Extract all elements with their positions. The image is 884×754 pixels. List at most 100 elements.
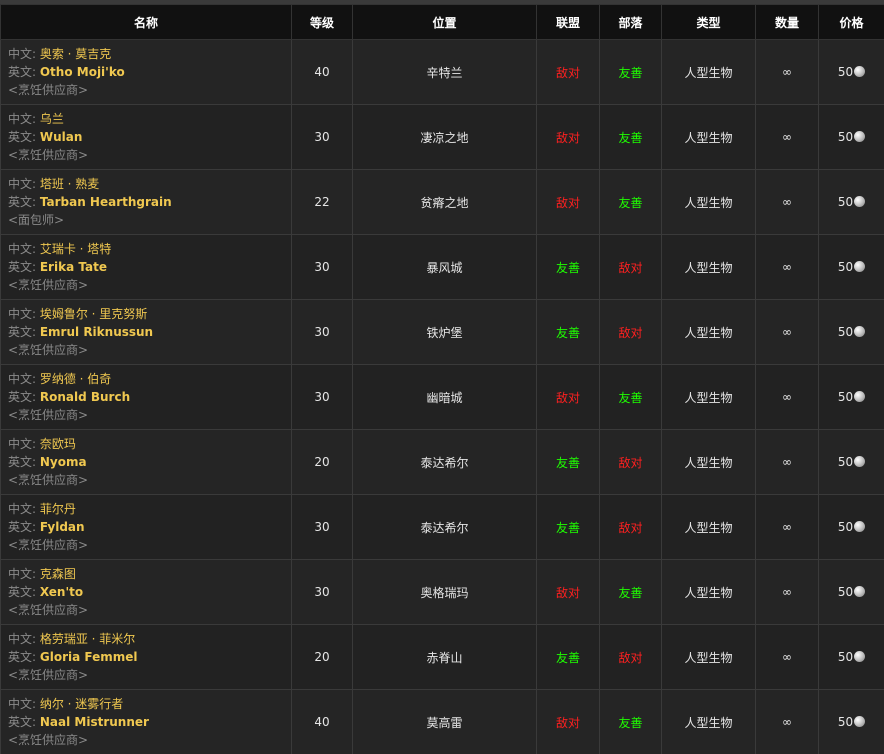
en-label: 英文: xyxy=(8,65,40,79)
npc-cn-name-link[interactable]: 埃姆鲁尔 · 里克努斯 xyxy=(40,307,147,321)
npc-en-name-link[interactable]: Naal Mistrunner xyxy=(40,715,149,729)
npc-cn-name-link[interactable]: 罗纳德 · 伯奇 xyxy=(40,372,111,386)
table-row: 中文: 纳尔 · 迷雾行者 英文: Naal Mistrunner <烹饪供应商> 4… xyxy=(0,689,884,754)
horde-reaction: 友善 xyxy=(599,39,662,105)
header-alliance[interactable]: 联盟 xyxy=(536,4,600,40)
npc-en-name-link[interactable]: Fyldan xyxy=(40,520,85,534)
npc-cn-name-link[interactable]: 纳尔 · 迷雾行者 xyxy=(40,697,123,711)
horde-reaction: 友善 xyxy=(599,364,662,430)
cn-label: 中文: xyxy=(8,242,40,256)
npc-type: 人型生物 xyxy=(661,624,756,690)
silver-coin-icon xyxy=(854,131,866,142)
npc-role: <烹饪供应商> xyxy=(8,538,89,552)
cn-label: 中文: xyxy=(8,632,40,646)
npc-type: 人型生物 xyxy=(661,689,756,754)
npc-location: 铁炉堡 xyxy=(352,299,537,365)
npc-en-name-link[interactable]: Wulan xyxy=(40,130,83,144)
npc-en-name-link[interactable]: Ronald Burch xyxy=(40,390,130,404)
npc-level: 30 xyxy=(291,299,353,365)
header-name[interactable]: 名称 xyxy=(0,4,292,40)
header-location[interactable]: 位置 xyxy=(352,4,537,40)
npc-cn-name-link[interactable]: 奥索 · 莫吉克 xyxy=(40,47,111,61)
price-cell: 50 xyxy=(818,234,884,300)
npc-cn-name-link[interactable]: 克森图 xyxy=(40,567,76,581)
npc-level: 22 xyxy=(291,169,353,235)
header-quantity[interactable]: 数量 xyxy=(755,4,819,40)
npc-level: 40 xyxy=(291,39,353,105)
npc-role: <烹饪供应商> xyxy=(8,733,89,747)
stock-quantity: ∞ xyxy=(755,364,819,430)
header-type[interactable]: 类型 xyxy=(661,4,756,40)
npc-level: 20 xyxy=(291,429,353,495)
npc-cn-name-link[interactable]: 乌兰 xyxy=(40,112,64,126)
alliance-reaction: 友善 xyxy=(536,299,600,365)
npc-cn-name-link[interactable]: 菲尔丹 xyxy=(40,502,76,516)
npc-cn-name-link[interactable]: 奈欧玛 xyxy=(40,437,76,451)
npc-en-name-link[interactable]: Xen'to xyxy=(40,585,83,599)
npc-location: 莫高雷 xyxy=(352,689,537,754)
price-cell: 50 xyxy=(818,559,884,625)
stock-quantity: ∞ xyxy=(755,169,819,235)
npc-role: <烹饪供应商> xyxy=(8,408,89,422)
price-cell: 50 xyxy=(818,624,884,690)
horde-reaction: 敌对 xyxy=(599,624,662,690)
header-level[interactable]: 等级 xyxy=(291,4,353,40)
npc-role: <烹饪供应商> xyxy=(8,148,89,162)
npc-name-cell: 中文: 罗纳德 · 伯奇 英文: Ronald Burch <烹饪供应商> xyxy=(0,364,292,430)
npc-en-name-link[interactable]: Nyoma xyxy=(40,455,87,469)
header-price[interactable]: 价格 xyxy=(818,4,884,40)
en-label: 英文: xyxy=(8,715,40,729)
npc-type: 人型生物 xyxy=(661,494,756,560)
table-row: 中文: 艾瑞卡 · 塔特 英文: Erika Tate <烹饪供应商> 30 暴风城 友善… xyxy=(0,234,884,300)
npc-type: 人型生物 xyxy=(661,169,756,235)
npc-name-cell: 中文: 菲尔丹 英文: Fyldan <烹饪供应商> xyxy=(0,494,292,560)
stock-quantity: ∞ xyxy=(755,429,819,495)
npc-cn-name-link[interactable]: 艾瑞卡 · 塔特 xyxy=(40,242,111,256)
header-horde[interactable]: 部落 xyxy=(599,4,662,40)
silver-coin-icon xyxy=(854,261,866,272)
npc-level: 40 xyxy=(291,689,353,754)
npc-en-name-link[interactable]: Otho Moji'ko xyxy=(40,65,125,79)
en-label: 英文: xyxy=(8,455,40,469)
alliance-reaction: 敌对 xyxy=(536,39,600,105)
silver-coin-icon xyxy=(854,456,866,467)
npc-type: 人型生物 xyxy=(661,559,756,625)
table-row: 中文: 奈欧玛 英文: Nyoma <烹饪供应商> 20 泰达希尔 友善 敌对 人型生物 ∞ 50 xyxy=(0,429,884,495)
alliance-reaction: 敌对 xyxy=(536,364,600,430)
npc-name-cell: 中文: 克森图 英文: Xen'to <烹饪供应商> xyxy=(0,559,292,625)
silver-coin-icon xyxy=(854,716,866,727)
npc-cn-name-link[interactable]: 格劳瑞亚 · 菲米尔 xyxy=(40,632,135,646)
npc-en-name-link[interactable]: Erika Tate xyxy=(40,260,107,274)
vendor-table: 名称 等级 位置 联盟 部落 类型 数量 价格 中文: 奥索 · 莫吉克 英文: … xyxy=(0,4,884,754)
npc-en-name-link[interactable]: Tarban Hearthgrain xyxy=(40,195,172,209)
npc-name-cell: 中文: 奈欧玛 英文: Nyoma <烹饪供应商> xyxy=(0,429,292,495)
npc-cn-name-link[interactable]: 塔班 · 熟麦 xyxy=(40,177,99,191)
npc-name-cell: 中文: 纳尔 · 迷雾行者 英文: Naal Mistrunner <烹饪供应商> xyxy=(0,689,292,754)
npc-en-name-link[interactable]: Gloria Femmel xyxy=(40,650,138,664)
npc-type: 人型生物 xyxy=(661,39,756,105)
horde-reaction: 友善 xyxy=(599,104,662,170)
cn-label: 中文: xyxy=(8,177,40,191)
stock-quantity: ∞ xyxy=(755,234,819,300)
cn-label: 中文: xyxy=(8,372,40,386)
alliance-reaction: 友善 xyxy=(536,494,600,560)
npc-name-cell: 中文: 奥索 · 莫吉克 英文: Otho Moji'ko <烹饪供应商> xyxy=(0,39,292,105)
horde-reaction: 敌对 xyxy=(599,234,662,300)
price-value: 50 xyxy=(837,130,854,144)
en-label: 英文: xyxy=(8,520,40,534)
npc-location: 贫瘠之地 xyxy=(352,169,537,235)
alliance-reaction: 友善 xyxy=(536,429,600,495)
npc-role: <烹饪供应商> xyxy=(8,668,89,682)
npc-type: 人型生物 xyxy=(661,234,756,300)
price-value: 50 xyxy=(837,585,854,599)
table-row: 中文: 格劳瑞亚 · 菲米尔 英文: Gloria Femmel <烹饪供应商> 20… xyxy=(0,624,884,690)
npc-location: 幽暗城 xyxy=(352,364,537,430)
table-row: 中文: 塔班 · 熟麦 英文: Tarban Hearthgrain <面包师> 22… xyxy=(0,169,884,235)
npc-en-name-link[interactable]: Emrul Riknussun xyxy=(40,325,153,339)
table-row: 中文: 埃姆鲁尔 · 里克努斯 英文: Emrul Riknussun <烹饪供应商… xyxy=(0,299,884,365)
stock-quantity: ∞ xyxy=(755,104,819,170)
cn-label: 中文: xyxy=(8,697,40,711)
table-header-row: 名称 等级 位置 联盟 部落 类型 数量 价格 xyxy=(0,4,884,40)
price-cell: 50 xyxy=(818,429,884,495)
cn-label: 中文: xyxy=(8,112,40,126)
